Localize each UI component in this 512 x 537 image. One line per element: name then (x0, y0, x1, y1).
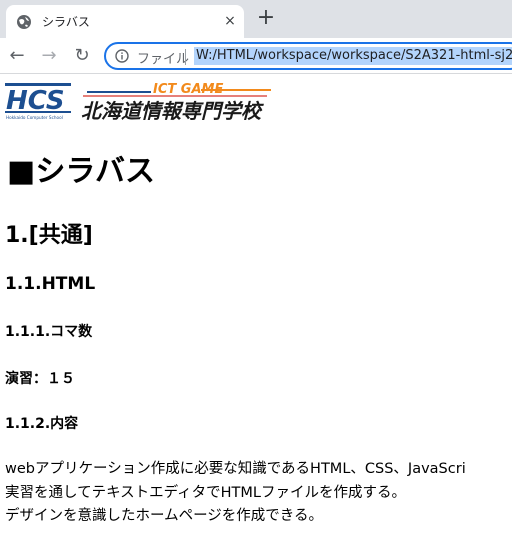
url-text[interactable]: W:/HTML/workspace/workspace/S2A321-html-… (194, 47, 512, 65)
browser-tab[interactable]: シラバス × (6, 5, 244, 38)
ict-game-logo-text: ICT GAME (153, 83, 223, 97)
address-divider (185, 49, 186, 65)
hcs-logo: HCS Hokkaido Computer School (5, 83, 71, 120)
school-name-text: 北海道情報専門学校 (81, 99, 264, 123)
school-logo: ICT GAME 北海道情報専門学校 (81, 83, 271, 123)
hcs-logo-sub: Hokkaido Computer School (6, 115, 63, 120)
heading-naiyo: 1.1.2.内容 (5, 416, 79, 432)
content-paragraph: webアプリケーション作成に必要な知識であるHTML、CSS、JavaScri … (5, 458, 466, 529)
content-line: デザインを意識したホームページを作成できる。 (5, 508, 323, 524)
browser-toolbar: ← → ↻ ファイル W:/HTML/workspace/workspace/S… (0, 38, 512, 74)
content-line: webアプリケーション作成に必要な知識であるHTML、CSS、JavaScri (5, 461, 466, 477)
info-icon[interactable] (115, 49, 129, 63)
practice-count: 演習：１５ (5, 371, 75, 387)
back-button[interactable]: ← (5, 44, 29, 68)
page-title: ■シラバス (7, 154, 156, 189)
reload-button[interactable]: ↻ (70, 44, 94, 68)
new-tab-button[interactable]: + (254, 6, 278, 30)
heading-koma: 1.1.1.コマ数 (5, 324, 93, 340)
tab-title: シラバス (42, 15, 90, 29)
scheme-label: ファイル (137, 52, 190, 67)
address-bar[interactable]: ファイル W:/HTML/workspace/workspace/S2A321-… (104, 42, 512, 70)
tab-strip: シラバス × + (0, 0, 512, 38)
content-line: 実習を通してテキストエディタでHTMLファイルを作成する。 (5, 484, 406, 501)
page-viewport: HCS Hokkaido Computer School ICT GAME 北海… (0, 75, 512, 537)
close-icon[interactable]: × (222, 11, 238, 31)
section-heading: 1.[共通] (5, 223, 93, 248)
globe-icon (17, 15, 31, 29)
subsection-heading-html: 1.1.HTML (5, 274, 96, 294)
forward-button[interactable]: → (37, 44, 61, 68)
